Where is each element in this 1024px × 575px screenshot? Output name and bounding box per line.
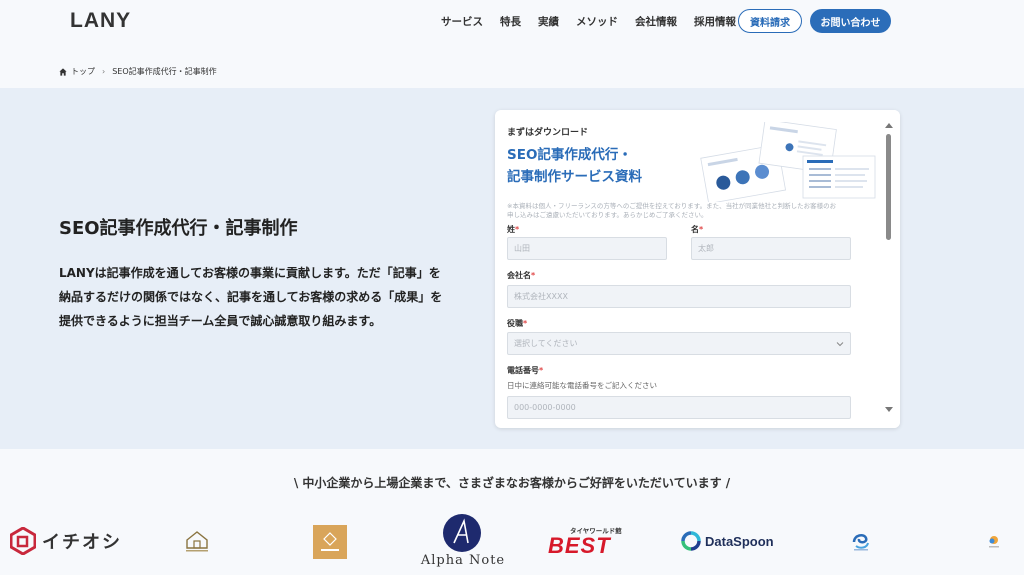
position-label: 役職* — [507, 318, 527, 329]
page-title: SEO記事作成代行・記事制作 — [59, 218, 298, 239]
required-mark: * — [531, 271, 536, 280]
request-document-button[interactable]: 資料請求 — [738, 9, 802, 33]
select-value: 選択してください — [514, 339, 578, 348]
label-text: 姓 — [507, 225, 515, 234]
form-title-line: 記事制作サービス資料 — [507, 169, 642, 185]
ichioshi-text: イチオシ — [42, 532, 122, 553]
form-title: SEO記事作成代行・ 記事制作サービス資料 — [507, 144, 642, 188]
notice-line: 申し込みはご遠慮いただいております。あらかじめご了承ください。 — [507, 211, 708, 219]
download-form-card: まずはダウンロード SEO記事作成代行・ 記事制作サービス資料 ※本資料は個人・… — [495, 110, 900, 428]
best-text: BEST — [548, 533, 611, 558]
company-label: 会社名* — [507, 270, 535, 281]
required-mark: * — [515, 225, 520, 234]
dataspoon-mark-icon — [681, 531, 701, 551]
chevron-down-icon — [836, 342, 844, 347]
notice-line: ※本資料は個人・フリーランスの方等へのご提供を控えております。また、当社が同業他… — [507, 202, 837, 210]
scroll-down-icon[interactable] — [885, 407, 893, 412]
client-logo-dot — [989, 536, 999, 548]
label-text: 名 — [691, 225, 699, 234]
last-name-input[interactable]: 山田 — [507, 237, 667, 260]
first-name-input[interactable]: 太郎 — [691, 237, 851, 260]
chevron-right-icon: › — [102, 67, 106, 76]
client-logo-house — [186, 531, 208, 552]
position-select[interactable]: 選択してください — [507, 332, 851, 355]
breadcrumb-current: SEO記事作成代行・記事制作 — [112, 67, 217, 76]
label-text: 電話番号 — [507, 366, 539, 375]
phone-input[interactable]: 000-0000-0000 — [507, 396, 851, 419]
home-icon — [59, 67, 67, 76]
phone-hint: 日中に連絡可能な電話番号をご記入ください — [507, 381, 657, 390]
alpha-note-text: Alpha Note — [420, 553, 506, 568]
client-logo-best: タイヤワールド館 BEST — [548, 525, 642, 559]
nav-item-features[interactable]: 特長 — [500, 14, 521, 29]
company-input[interactable]: 株式会社XXXX — [507, 285, 851, 308]
breadcrumb-home[interactable]: トップ — [71, 66, 95, 77]
document-preview-image — [700, 122, 876, 202]
client-logo-ichioshi: イチオシ — [10, 527, 122, 555]
contact-button[interactable]: お問い合わせ — [810, 9, 891, 33]
hero-description: LANYは記事作成を通してお客様の事業に貢献します。ただ「記事」を 納品するだけ… — [59, 261, 459, 333]
hero-line: 納品するだけの関係ではなく、記事を通してお客様の求める「成果」を — [59, 290, 443, 304]
required-mark: * — [523, 319, 528, 328]
nav-item-company[interactable]: 会社情報 — [635, 14, 677, 29]
required-mark: * — [539, 366, 544, 375]
form-notice: ※本資料は個人・フリーランスの方等へのご提供を控えております。また、当社が同業他… — [507, 202, 867, 220]
hero-line: LANYは記事作成を通してお客様の事業に貢献します。ただ「記事」を — [59, 266, 441, 280]
phone-label: 電話番号* — [507, 365, 543, 376]
scroll-up-icon[interactable] — [885, 123, 893, 128]
client-logo-swirl — [852, 533, 869, 551]
nav-item-method[interactable]: メソッド — [576, 14, 618, 29]
scrollbar-thumb[interactable] — [886, 134, 891, 240]
required-mark: * — [699, 225, 704, 234]
client-logo-alpha-note: Alpha Note — [415, 513, 511, 573]
form-scroll-area[interactable]: まずはダウンロード SEO記事作成代行・ 記事制作サービス資料 ※本資料は個人・… — [495, 110, 880, 428]
client-logo-gold — [313, 525, 347, 559]
ichioshi-mark-icon — [10, 527, 36, 555]
form-title-line: SEO記事作成代行・ — [507, 147, 632, 163]
label-text: 会社名 — [507, 271, 531, 280]
main-nav: サービス 特長 実績 メソッド 会社情報 採用情報 — [441, 14, 753, 29]
last-name-label: 姓* — [507, 224, 519, 235]
alpha-note-mark-icon — [443, 514, 481, 552]
download-label: まずはダウンロード — [507, 128, 589, 138]
label-text: 役職 — [507, 319, 523, 328]
nav-item-recruit[interactable]: 採用情報 — [694, 14, 736, 29]
form-scrollbar[interactable] — [880, 110, 900, 428]
nav-item-results[interactable]: 実績 — [538, 14, 559, 29]
site-header: LANY サービス 特長 実績 メソッド 会社情報 採用情報 資料請求 お問い合… — [0, 0, 1024, 42]
breadcrumb: トップ › SEO記事作成代行・記事制作 — [59, 66, 217, 77]
clients-tagline: \ 中小企業から上場企業まで、さまざまなお客様からご好評をいただいています / — [293, 476, 731, 490]
site-logo[interactable]: LANY — [70, 9, 131, 33]
client-logos: イチオシ Alpha Note タイヤワールド館 BEST DataSpoon — [0, 510, 1024, 575]
client-logo-dataspoon: DataSpoon — [681, 531, 774, 551]
nav-item-services[interactable]: サービス — [441, 14, 483, 29]
dataspoon-text: DataSpoon — [705, 533, 774, 549]
first-name-label: 名* — [691, 224, 703, 235]
hero-line: 提供できるように担当チーム全員で誠心誠意取り組みます。 — [59, 314, 382, 328]
